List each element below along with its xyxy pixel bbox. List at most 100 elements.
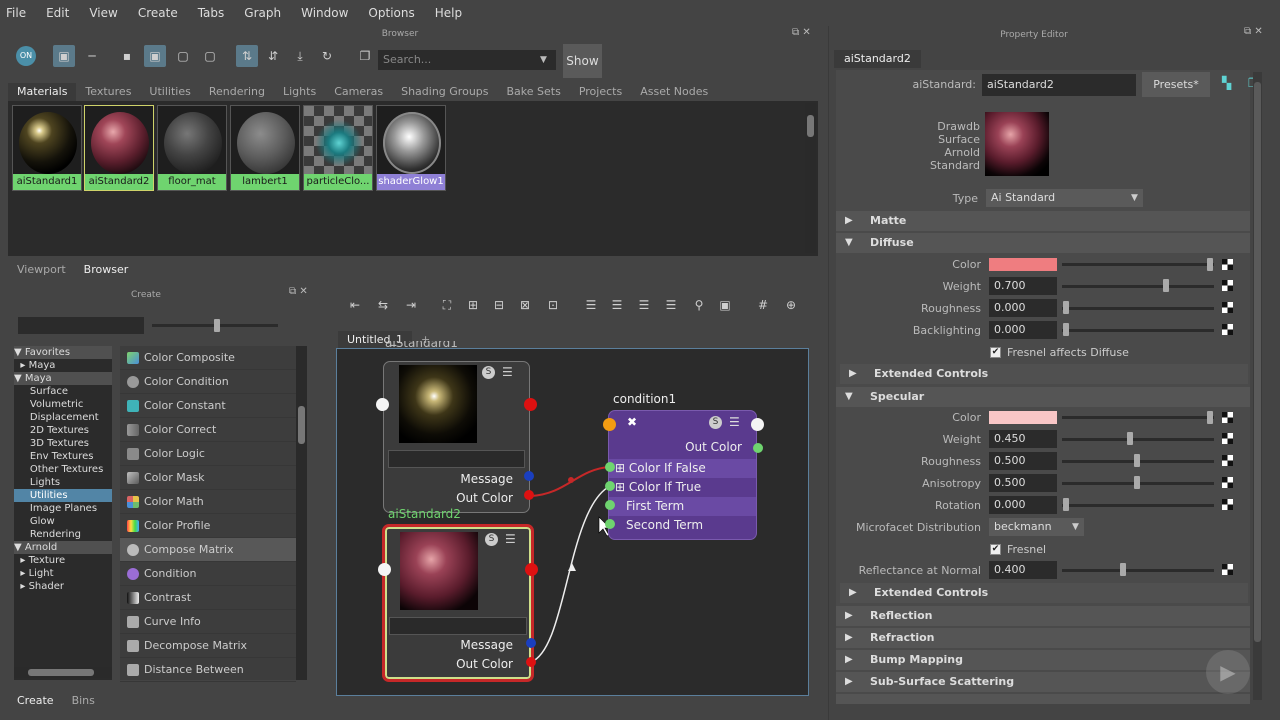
node-name-field[interactable] xyxy=(389,617,527,635)
sort-type-icon[interactable]: ⇵ xyxy=(262,45,284,67)
rotation-field[interactable]: 0.000 xyxy=(989,496,1057,514)
anisotropy-field[interactable]: 0.500 xyxy=(989,474,1057,492)
menu-file[interactable]: File xyxy=(6,6,26,20)
diffuse-color-swatch[interactable] xyxy=(989,258,1057,271)
tree-item[interactable]: Rendering xyxy=(14,528,112,541)
section-specular[interactable]: ▼ Specular xyxy=(836,387,1250,407)
view-mode-icon[interactable]: ▣ xyxy=(53,45,75,67)
swatch-floor-mat[interactable]: floor_mat xyxy=(157,105,227,191)
custom-view-icon[interactable]: ☰ xyxy=(660,294,682,316)
node-list-scrollbar[interactable] xyxy=(296,346,307,680)
map-button-icon[interactable] xyxy=(1222,412,1233,423)
slider-knob[interactable] xyxy=(1063,301,1069,314)
microfacet-dropdown[interactable]: beckmann xyxy=(989,518,1067,536)
swatch-aistandard1[interactable]: aiStandard1 xyxy=(12,105,82,191)
on-toggle-icon[interactable]: ON xyxy=(16,46,36,66)
map-button-icon[interactable] xyxy=(1222,302,1233,313)
tab-lights[interactable]: Lights xyxy=(274,83,325,101)
float-icon[interactable]: ⧉ xyxy=(289,286,296,297)
diffuse-weight-slider[interactable] xyxy=(1062,285,1214,288)
search-dropdown-icon[interactable]: ▼ xyxy=(540,50,554,70)
scroll-thumb[interactable] xyxy=(807,115,814,137)
slider-knob[interactable] xyxy=(1134,476,1140,489)
tree-item[interactable]: ▼ Maya xyxy=(14,372,112,385)
swatch-lambert1[interactable]: lambert1 xyxy=(230,105,300,191)
list-item[interactable]: Color Correct xyxy=(120,418,296,442)
list-item[interactable]: Curve Info xyxy=(120,610,296,634)
menu-icon[interactable]: ☰ xyxy=(729,416,743,429)
fresnel-diffuse-checkbox[interactable]: ✔ xyxy=(990,347,1001,358)
close-icon[interactable]: ✕ xyxy=(1254,26,1262,37)
menu-edit[interactable]: Edit xyxy=(46,6,69,20)
reflectance-slider[interactable] xyxy=(1062,569,1214,572)
graph-output-icon[interactable]: ⇥ xyxy=(400,294,422,316)
tree-item[interactable]: ▼ Favorites xyxy=(14,346,112,359)
create-search-field[interactable] xyxy=(18,317,144,334)
frame-selected-icon[interactable]: ⊞ xyxy=(462,294,484,316)
output-port[interactable] xyxy=(525,563,538,576)
tab-browser[interactable]: Browser xyxy=(74,261,138,279)
add-selected-icon[interactable]: ⊟ xyxy=(488,294,510,316)
diffuse-backlighting-field[interactable]: 0.000 xyxy=(989,321,1057,339)
section-reflection[interactable]: ▶ Reflection xyxy=(836,606,1250,626)
tab-cameras[interactable]: Cameras xyxy=(325,83,392,101)
tree-hscrollbar[interactable] xyxy=(14,667,112,678)
tab-projects[interactable]: Projects xyxy=(570,83,631,101)
tab-asset-nodes[interactable]: Asset Nodes xyxy=(631,83,717,101)
grid-icon[interactable]: # xyxy=(752,294,774,316)
tree-item[interactable]: 3D Textures xyxy=(14,437,112,450)
color-if-true-port[interactable] xyxy=(605,481,615,491)
reflectance-field[interactable]: 0.400 xyxy=(989,561,1057,579)
slider-knob[interactable] xyxy=(1063,498,1069,511)
menu-window[interactable]: Window xyxy=(301,6,348,20)
browser-scrollbar[interactable] xyxy=(805,103,816,253)
tree-item[interactable]: Volumetric xyxy=(14,398,112,411)
section-bump-mapping[interactable]: ▶ Bump Mapping xyxy=(836,650,1250,670)
diffuse-roughness-field[interactable]: 0.000 xyxy=(989,299,1057,317)
specular-weight-slider[interactable] xyxy=(1062,438,1214,441)
sort-name-icon[interactable]: ⇅ xyxy=(236,45,258,67)
node-name-field[interactable] xyxy=(388,450,525,468)
menu-icon[interactable]: ☰ xyxy=(505,533,519,546)
section-extended-controls[interactable]: ▶ Extended Controls xyxy=(840,364,1248,384)
node-condition1[interactable]: ✖ S ☰ Out Color ⊞ Color If False ⊞ Color… xyxy=(608,410,757,540)
tree-item[interactable]: 2D Textures xyxy=(14,424,112,437)
fresnel-checkbox[interactable]: ✔ xyxy=(990,544,1001,555)
tree-item[interactable]: Displacement xyxy=(14,411,112,424)
tree-item-selected[interactable]: Utilities xyxy=(14,489,112,502)
first-term-port[interactable] xyxy=(605,500,615,510)
list-item[interactable]: Distance Between xyxy=(120,658,296,682)
minus-icon[interactable]: ─ xyxy=(81,45,103,67)
out-color-port[interactable] xyxy=(526,657,536,667)
menu-options[interactable]: Options xyxy=(368,6,414,20)
diffuse-backlighting-slider[interactable] xyxy=(1062,329,1214,332)
show-button[interactable]: Show xyxy=(563,44,602,78)
tree-item[interactable]: Env Textures xyxy=(14,450,112,463)
search-input[interactable]: Search... xyxy=(378,50,556,70)
slider-knob[interactable] xyxy=(1063,323,1069,336)
second-term-port[interactable] xyxy=(605,519,615,529)
list-item[interactable]: Condition xyxy=(120,562,296,586)
map-button-icon[interactable] xyxy=(1222,477,1233,488)
float-icon[interactable]: ⧉ xyxy=(1244,26,1251,37)
focus-icon[interactable]: ▚ xyxy=(1222,76,1236,90)
large-swatch-icon[interactable]: ▢ xyxy=(172,45,194,67)
list-item[interactable]: Color Math xyxy=(120,490,296,514)
map-button-icon[interactable] xyxy=(1222,280,1233,291)
chevron-down-icon[interactable]: ▼ xyxy=(1126,189,1143,207)
float-icon[interactable]: ⧉ xyxy=(792,27,799,38)
list-item[interactable]: Color Condition xyxy=(120,370,296,394)
specular-roughness-field[interactable]: 0.500 xyxy=(989,452,1057,470)
section-matte[interactable]: ▶ Matte xyxy=(836,211,1250,231)
tree-item[interactable]: ▸ Light xyxy=(14,567,112,580)
menu-view[interactable]: View xyxy=(89,6,117,20)
color-if-false-port[interactable] xyxy=(605,462,615,472)
tab-bins[interactable]: Bins xyxy=(63,692,104,710)
tab-viewport[interactable]: Viewport xyxy=(8,261,75,279)
slider-knob[interactable] xyxy=(1120,563,1126,576)
layout-icon[interactable]: ⊡ xyxy=(542,294,564,316)
specular-weight-field[interactable]: 0.450 xyxy=(989,430,1057,448)
refresh-icon[interactable]: ↻ xyxy=(316,45,338,67)
small-swatch-icon[interactable]: ▪ xyxy=(116,45,138,67)
screenshot-icon[interactable]: ▣ xyxy=(714,294,736,316)
